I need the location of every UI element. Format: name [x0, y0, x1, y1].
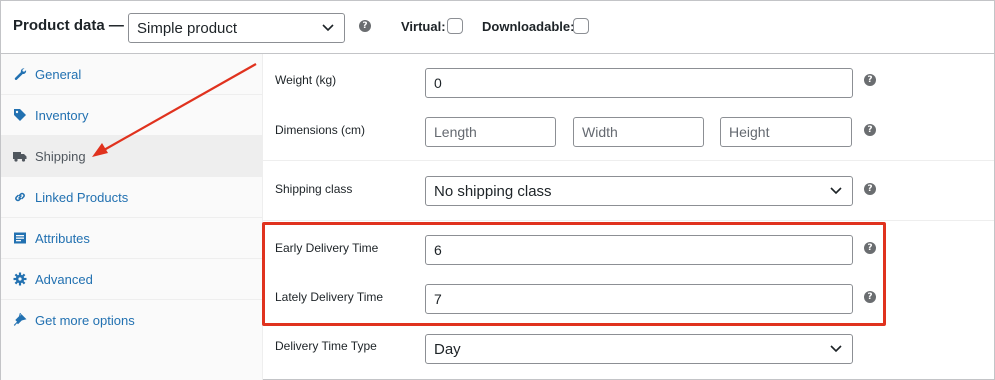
tab-inventory[interactable]: Inventory	[1, 95, 263, 136]
weight-input[interactable]: 0	[425, 68, 853, 98]
product-type-select[interactable]: Simple product	[128, 13, 345, 43]
tab-advanced[interactable]: Advanced	[1, 259, 263, 300]
weight-value: 0	[434, 75, 442, 91]
downloadable-label: Downloadable:	[482, 19, 575, 34]
gear-icon	[13, 272, 27, 286]
tab-get-more-options[interactable]: Get more options	[1, 300, 263, 341]
tab-label: Inventory	[35, 108, 89, 123]
width-placeholder: Width	[582, 124, 618, 140]
length-input[interactable]: Length	[425, 117, 556, 147]
delivery-type-select[interactable]: Day	[425, 334, 853, 364]
chevron-down-icon	[322, 24, 334, 32]
height-placeholder: Height	[729, 124, 770, 140]
shipping-panel: Weight (kg) 0 ? Dimensions (cm) Length W…	[263, 54, 994, 380]
chevron-down-icon	[830, 345, 842, 353]
delivery-type-label: Delivery Time Type	[275, 339, 377, 353]
tab-label: Get more options	[35, 313, 135, 328]
virtual-label: Virtual:	[401, 19, 446, 34]
tag-icon	[14, 109, 26, 121]
height-input[interactable]: Height	[720, 117, 852, 147]
help-icon[interactable]: ?	[864, 74, 876, 86]
tab-label: Attributes	[35, 231, 90, 246]
chevron-down-icon	[830, 187, 842, 195]
tab-label: Linked Products	[35, 190, 129, 205]
tab-attributes[interactable]: Attributes	[1, 218, 263, 259]
length-placeholder: Length	[434, 124, 477, 140]
weight-label: Weight (kg)	[275, 73, 337, 87]
product-type-value: Simple product	[137, 20, 238, 37]
highlight-box	[262, 222, 886, 326]
shipping-class-select[interactable]: No shipping class	[425, 176, 853, 206]
downloadable-checkbox[interactable]	[573, 18, 589, 34]
product-data-tabs: General Inventory Shipping Linked Produc…	[1, 54, 263, 380]
truck-icon	[13, 152, 27, 162]
width-input[interactable]: Width	[573, 117, 704, 147]
divider	[263, 220, 994, 221]
tab-label: General	[35, 67, 82, 82]
shipping-class-label: Shipping class	[275, 182, 353, 196]
link-icon	[15, 192, 25, 202]
tab-shipping[interactable]: Shipping	[1, 136, 263, 177]
tab-general[interactable]: General	[1, 54, 263, 95]
shipping-class-value: No shipping class	[434, 183, 552, 200]
tab-label: Shipping	[35, 149, 86, 164]
help-icon[interactable]: ?	[864, 124, 876, 136]
wrench-icon	[14, 68, 27, 81]
table-icon	[14, 232, 26, 244]
help-icon[interactable]: ?	[864, 183, 876, 195]
help-icon[interactable]: ?	[359, 20, 371, 32]
delivery-type-value: Day	[434, 341, 461, 358]
product-data-header: Product data — Simple product ? Virtual:…	[1, 1, 994, 54]
tab-label: Advanced	[35, 272, 93, 287]
product-data-title: Product data —	[13, 17, 124, 34]
divider	[263, 160, 994, 161]
dimensions-label: Dimensions (cm)	[275, 123, 366, 137]
tab-linked-products[interactable]: Linked Products	[1, 177, 263, 218]
virtual-checkbox[interactable]	[447, 18, 463, 34]
plugin-icon	[13, 313, 27, 326]
